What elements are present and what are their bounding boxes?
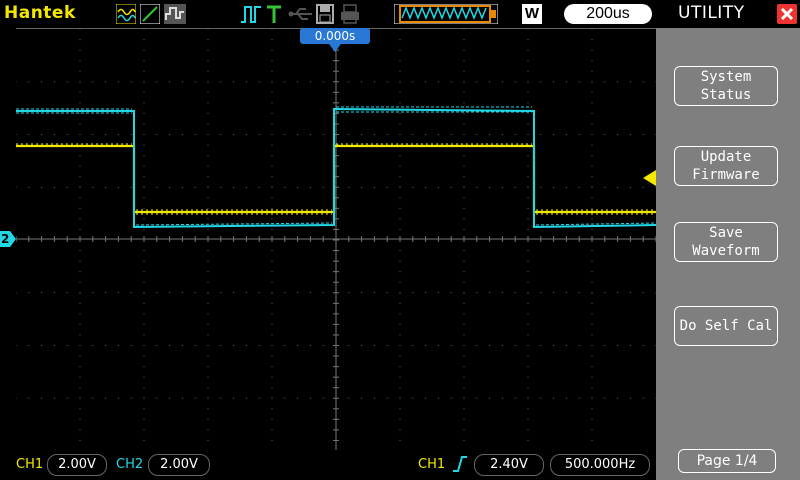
ch2-scale-readout[interactable]: 2.00V bbox=[148, 454, 210, 476]
update-firmware-button[interactable]: Update Firmware bbox=[674, 146, 778, 186]
usb-icon bbox=[288, 4, 314, 24]
trigger-position-readout[interactable]: 0.000s bbox=[300, 28, 370, 44]
utility-menu-panel: UTILITY System Status Update Firmware Sa… bbox=[656, 0, 800, 480]
update-firmware-line2: Firmware bbox=[692, 167, 760, 183]
close-icon bbox=[780, 7, 794, 21]
trigger-t-icon[interactable] bbox=[266, 4, 282, 24]
page-button[interactable]: Page 1/4 bbox=[678, 449, 776, 473]
timebase-readout[interactable]: 200us bbox=[564, 4, 652, 24]
panel-title: UTILITY bbox=[678, 3, 745, 23]
self-cal-label: Do Self Cal bbox=[679, 318, 773, 334]
run-mode-indicator: W bbox=[522, 4, 542, 24]
print-icon[interactable] bbox=[340, 4, 360, 24]
ch2-marker-label: 2 bbox=[1, 232, 10, 246]
system-status-line1: System bbox=[700, 69, 752, 85]
waveform-display bbox=[15, 28, 657, 451]
panel-header: UTILITY bbox=[656, 0, 800, 28]
graticule bbox=[15, 28, 657, 451]
save-icon[interactable] bbox=[316, 4, 334, 24]
frequency-readout: 500.000Hz bbox=[550, 454, 650, 476]
top-status-bar: Hantek W 200us bbox=[0, 0, 656, 28]
trigger-source-label: CH1 bbox=[418, 457, 446, 472]
ch1-label: CH1 bbox=[16, 457, 44, 472]
waveform-icon[interactable] bbox=[116, 4, 136, 24]
ramp-icon[interactable] bbox=[140, 4, 160, 24]
persist-icon[interactable] bbox=[164, 4, 186, 24]
save-waveform-line2: Waveform bbox=[692, 243, 760, 259]
close-button[interactable] bbox=[777, 4, 797, 24]
self-cal-button[interactable]: Do Self Cal bbox=[674, 306, 778, 346]
ch2-label: CH2 bbox=[116, 457, 144, 472]
save-waveform-line1: Save bbox=[709, 225, 743, 241]
rising-edge-icon bbox=[452, 455, 468, 473]
save-waveform-button[interactable]: Save Waveform bbox=[674, 222, 778, 262]
trigger-level-marker[interactable] bbox=[643, 170, 656, 186]
trigger-position-marker[interactable] bbox=[329, 44, 341, 52]
brand-logo: Hantek bbox=[4, 3, 76, 23]
trigger-level-readout[interactable]: 2.40V bbox=[474, 454, 544, 476]
memory-waveform-icon[interactable] bbox=[394, 4, 498, 24]
ch1-scale-readout[interactable]: 2.00V bbox=[47, 454, 107, 476]
oscilloscope-screen: Hantek W 200us 0.000s 2 CH1 2.00V CH2 2.… bbox=[0, 0, 800, 480]
pulse-icon[interactable] bbox=[240, 4, 262, 24]
ch2-ground-marker[interactable]: 2 bbox=[0, 231, 16, 247]
system-status-line2: Status bbox=[700, 87, 752, 103]
system-status-button[interactable]: System Status bbox=[674, 66, 778, 106]
update-firmware-line1: Update bbox=[700, 149, 752, 165]
